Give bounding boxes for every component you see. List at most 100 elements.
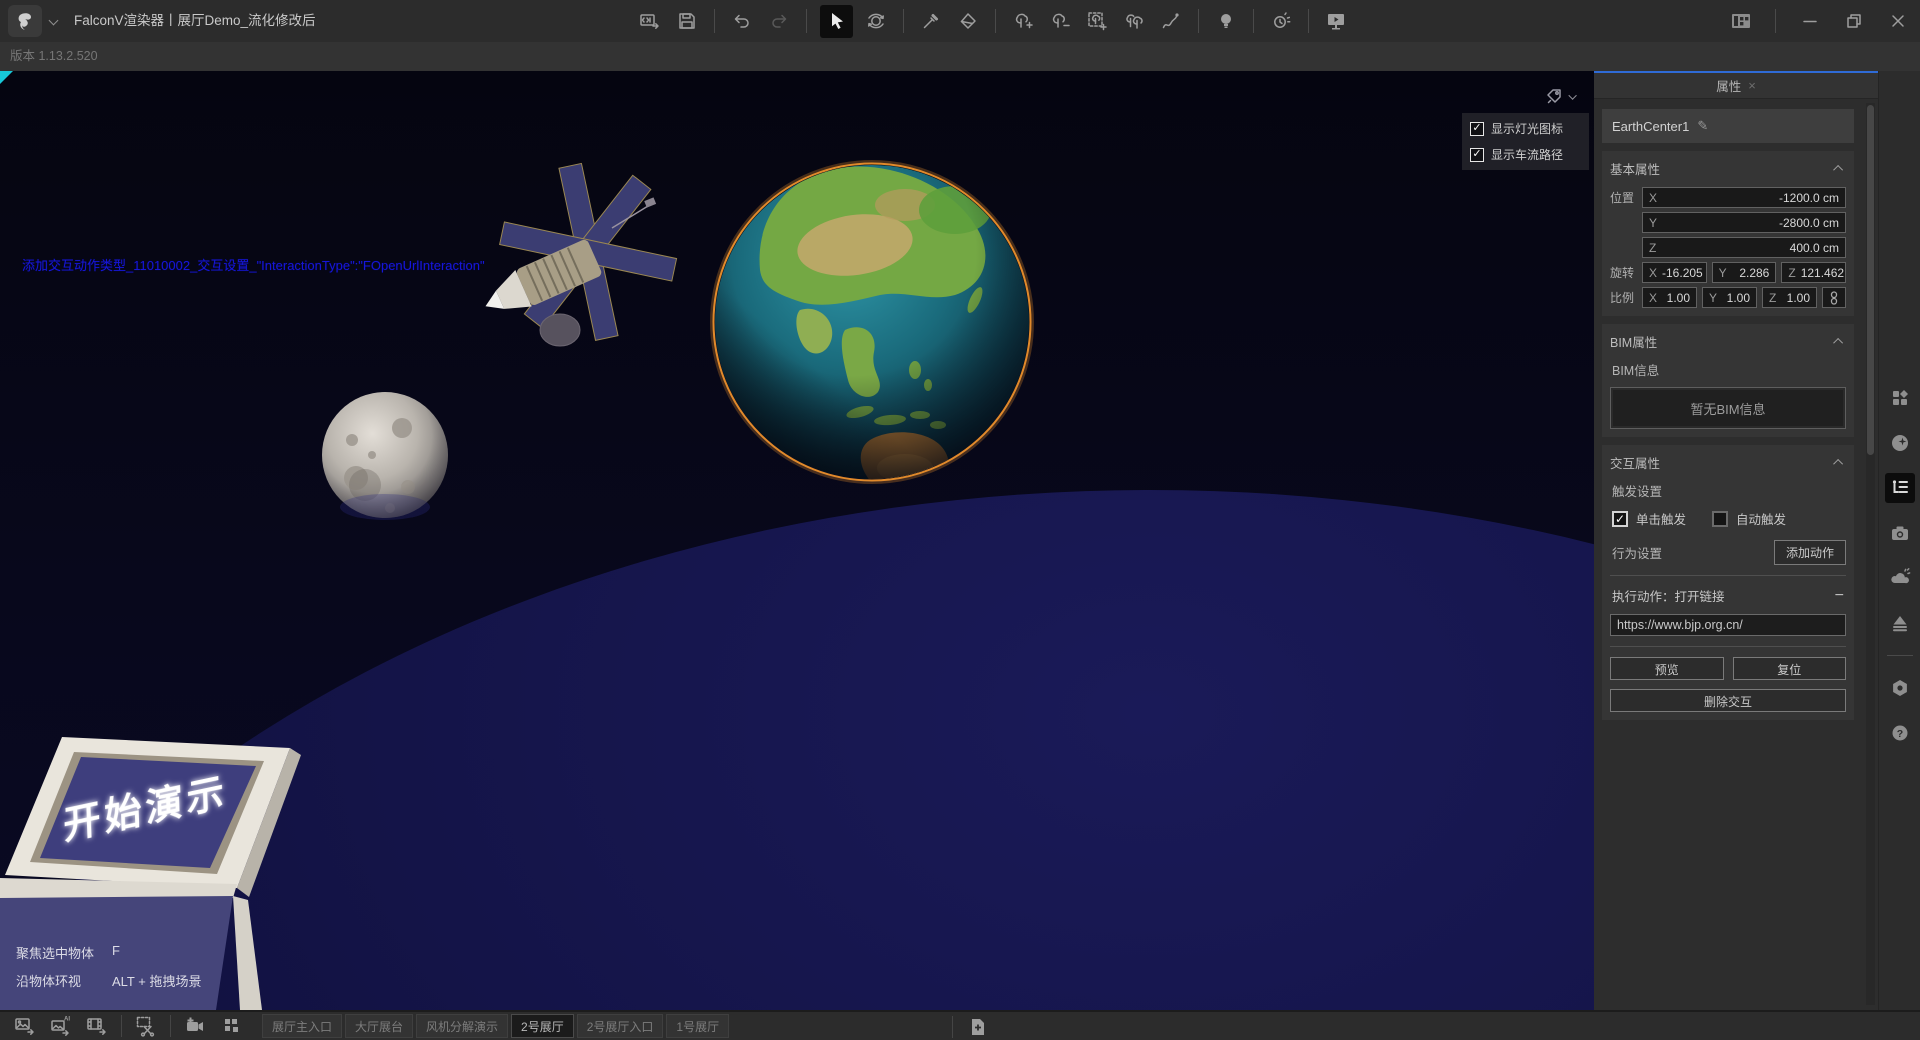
scene-tab-hall1[interactable]: 1号展厅: [666, 1014, 729, 1038]
outliner-button[interactable]: [1885, 473, 1915, 503]
basic-properties-header[interactable]: 基本属性: [1610, 159, 1846, 178]
scale-x-value: 1.00: [1667, 291, 1690, 305]
redo-button[interactable]: [765, 7, 793, 35]
scale-y-value: 1.00: [1727, 291, 1750, 305]
rotation-x-value: -16.205: [1662, 266, 1703, 280]
scale-z-field[interactable]: Z 1.00: [1762, 287, 1817, 308]
orbit-tool-button[interactable]: [862, 7, 890, 35]
show-light-icons-checkbox[interactable]: ✓: [1470, 122, 1484, 136]
foliage-marquee-add-button[interactable]: [1083, 7, 1111, 35]
tag-icon: [1546, 88, 1563, 105]
toolbar-separator: [995, 9, 996, 33]
camera-button[interactable]: [1885, 518, 1915, 548]
auto-trigger-checkbox[interactable]: [1712, 511, 1728, 527]
app-window: FalconV渲染器丨展厅Demo_流化修改后: [0, 0, 1920, 1040]
restore-button[interactable]: [1840, 7, 1868, 35]
paint-bucket-button[interactable]: [954, 7, 982, 35]
interaction-properties-header[interactable]: 交互属性: [1610, 453, 1846, 472]
position-y-row: Y -2800.0 cm: [1610, 212, 1846, 233]
viewport-3d[interactable]: 开始演示 添加交互动作类型_11010002_交互设置_"Interaction…: [0, 71, 1594, 1010]
export-video-button[interactable]: [85, 1014, 109, 1038]
scene-tab-turbine-demo[interactable]: 风机分解演示: [416, 1014, 508, 1038]
asset-blocks-button[interactable]: [219, 1014, 243, 1038]
new-scene-add-button[interactable]: [966, 1015, 990, 1039]
click-trigger-label: 单击触发: [1636, 509, 1686, 528]
remove-action-button[interactable]: −: [1835, 588, 1844, 604]
undo-button[interactable]: [728, 7, 756, 35]
export-exe-button[interactable]: [636, 7, 664, 35]
rotation-y-field[interactable]: Y 2.286: [1712, 262, 1777, 283]
export-image-button[interactable]: [13, 1014, 37, 1038]
properties-tab-close-icon[interactable]: ×: [1748, 78, 1756, 93]
tag-visibility-toggle[interactable]: [1546, 88, 1577, 105]
rename-icon[interactable]: ✎: [1697, 118, 1708, 134]
show-traffic-paths-row[interactable]: ✓ 显示车流路径: [1470, 146, 1581, 163]
collapse-chevron-icon[interactable]: [1833, 459, 1843, 469]
url-input[interactable]: [1610, 614, 1846, 636]
titlebar: FalconV渲染器丨展厅Demo_流化修改后: [0, 0, 1920, 42]
material-sphere-button[interactable]: [1885, 428, 1915, 458]
right-icon-strip: ?: [1878, 71, 1920, 1010]
rotation-label: 旋转: [1610, 264, 1642, 281]
terrain-button[interactable]: [1885, 608, 1915, 638]
position-x-field[interactable]: X -1200.0 cm: [1642, 187, 1846, 208]
foliage-add-button[interactable]: [1009, 7, 1037, 35]
position-z-field[interactable]: Z 400.0 cm: [1642, 237, 1846, 258]
behavior-settings-row: 行为设置 添加动作: [1612, 540, 1846, 565]
scale-y-field[interactable]: Y 1.00: [1702, 287, 1757, 308]
rotation-z-field[interactable]: Z 121.462: [1781, 262, 1846, 283]
show-traffic-paths-checkbox[interactable]: ✓: [1470, 148, 1484, 162]
click-trigger-checkbox[interactable]: ✓: [1612, 511, 1628, 527]
eyedropper-button[interactable]: [917, 7, 945, 35]
bim-properties-header[interactable]: BIM属性: [1610, 332, 1846, 351]
chevron-down-icon: [1568, 91, 1576, 99]
action-open-link-row: 执行动作：打开链接 −: [1610, 586, 1846, 605]
add-action-button[interactable]: 添加动作: [1774, 540, 1846, 565]
properties-tab[interactable]: 属性: [1716, 76, 1741, 95]
bottom-separator: [170, 1015, 171, 1037]
select-tool-button[interactable]: [820, 5, 853, 38]
environment-button[interactable]: [1885, 563, 1915, 593]
reset-button[interactable]: 复位: [1733, 657, 1847, 680]
close-button[interactable]: [1884, 7, 1912, 35]
panel-scrollbar[interactable]: [1866, 103, 1875, 1005]
scale-x-field[interactable]: X 1.00: [1642, 287, 1697, 308]
assets-button[interactable]: [1885, 383, 1915, 413]
add-camera-button[interactable]: [183, 1014, 207, 1038]
settings-button[interactable]: [1885, 673, 1915, 703]
panel-layout-button[interactable]: [1727, 7, 1755, 35]
display-options-panel: ✓ 显示灯光图标 ✓ 显示车流路径: [1462, 113, 1589, 170]
preview-button[interactable]: 预览: [1610, 657, 1724, 680]
spline-path-button[interactable]: [1157, 7, 1185, 35]
light-button[interactable]: [1212, 7, 1240, 35]
foliage-remove-button[interactable]: [1046, 7, 1074, 35]
object-name-row: EarthCenter1 ✎: [1602, 109, 1854, 143]
scale-row: 比例 X 1.00 Y 1.00 Z 1.00: [1610, 287, 1846, 308]
toolbar-separator: [806, 9, 807, 33]
minimize-button[interactable]: [1796, 7, 1824, 35]
scene-tab-hall-entrance[interactable]: 展厅主入口: [262, 1014, 342, 1038]
foliage-paint-button[interactable]: [1120, 7, 1148, 35]
properties-panel: 属性 × EarthCenter1 ✎ 基本属性 位置 X -1200.0 cm: [1594, 71, 1878, 1010]
scene-canvas[interactable]: 开始演示: [0, 71, 1594, 1010]
save-button[interactable]: [673, 7, 701, 35]
time-of-day-button[interactable]: [1267, 7, 1295, 35]
show-light-icons-row[interactable]: ✓ 显示灯光图标: [1470, 120, 1581, 137]
capture-crop-button[interactable]: [134, 1014, 158, 1038]
position-y-field[interactable]: Y -2800.0 cm: [1642, 212, 1846, 233]
scale-link-button[interactable]: [1822, 287, 1846, 308]
scene-tab-hall2[interactable]: 2号展厅: [511, 1014, 574, 1038]
help-button[interactable]: ?: [1885, 718, 1915, 748]
presentation-button[interactable]: [1322, 7, 1350, 35]
export-image-ai-button[interactable]: AI: [49, 1014, 73, 1038]
rotation-x-field[interactable]: X -16.205: [1642, 262, 1707, 283]
delete-interaction-button[interactable]: 删除交互: [1610, 689, 1846, 712]
collapse-chevron-icon[interactable]: [1833, 338, 1843, 348]
app-menu-chevron-icon[interactable]: [49, 16, 59, 26]
app-menu-button[interactable]: [8, 5, 42, 37]
collapse-chevron-icon[interactable]: [1833, 165, 1843, 175]
scene-tab-lobby-booth[interactable]: 大厅展台: [345, 1014, 413, 1038]
panel-scrollbar-thumb[interactable]: [1867, 105, 1874, 455]
scene-tab-hall2-entrance[interactable]: 2号展厅入口: [577, 1014, 664, 1038]
properties-tabbar: 属性 ×: [1594, 73, 1878, 99]
